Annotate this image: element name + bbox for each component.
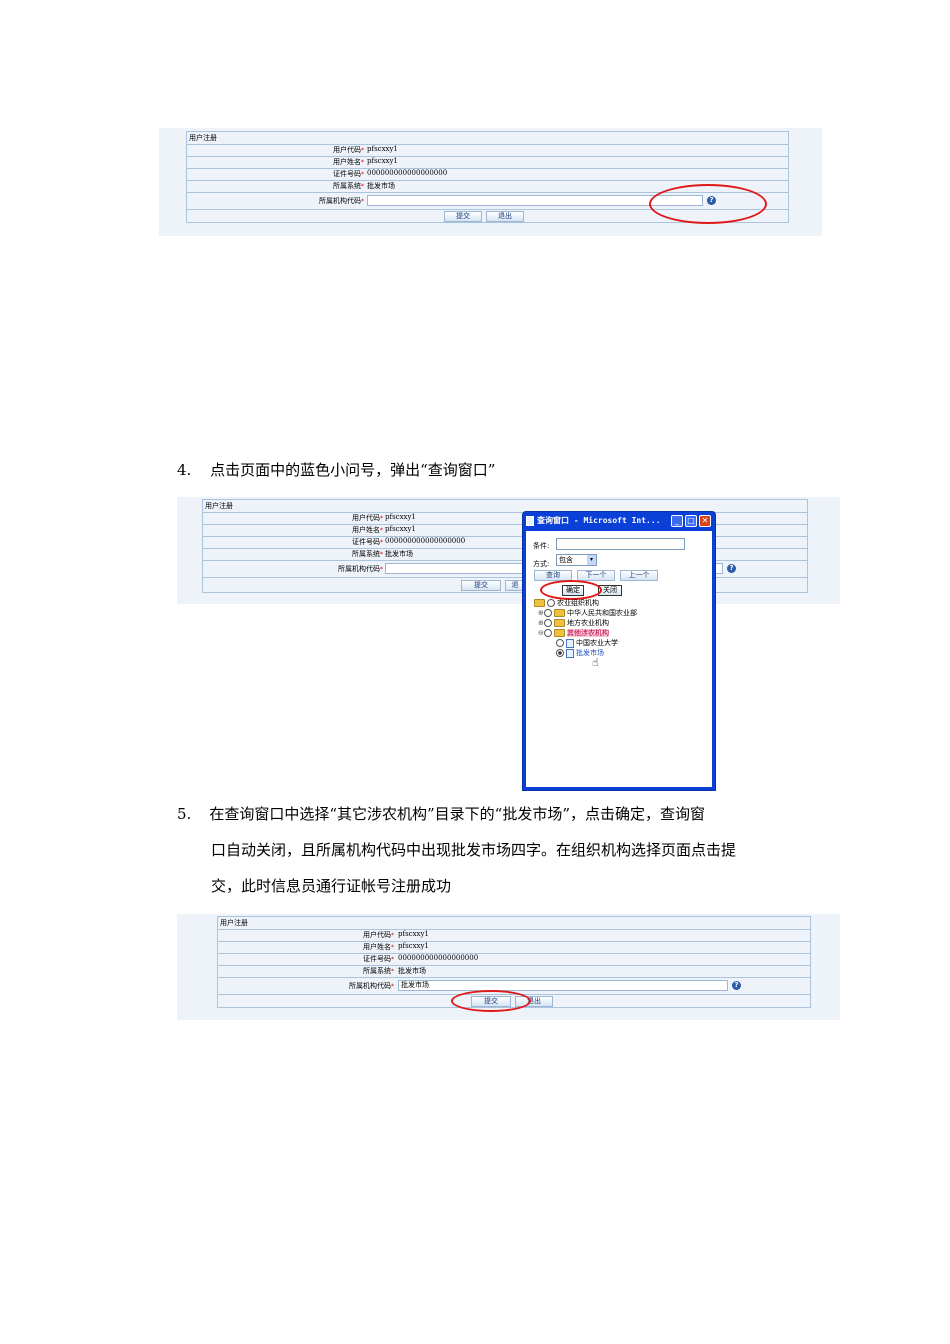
query-window: 查询窗口 - Microsoft Int... _ □ ✕ 条件: 方式: 包含… xyxy=(522,511,716,791)
exit-button[interactable]: 退出 xyxy=(486,211,524,222)
label-user-code: 用户代码 xyxy=(333,146,361,154)
folder-open-icon xyxy=(554,629,565,637)
registration-form-2: 用户注册 用户代码* pfscxxy1 用户姓名* pfscxxy1 证件号码*… xyxy=(202,499,808,593)
value-id-number: 000000000000000000 xyxy=(398,954,479,962)
value-user-code: pfscxxy1 xyxy=(385,513,416,521)
radio-icon xyxy=(544,609,552,617)
label-org-code: 所属机构代码 xyxy=(349,982,391,990)
label-system: 所属系统 xyxy=(352,550,380,558)
form-title: 用户注册 xyxy=(205,502,233,510)
label-system: 所属系统 xyxy=(333,182,361,190)
org-tree: 农业组织机构 ⊕ 中华人民共和国农业部 ⊕ 地方农业机构 ⊖ 其他涉农机构 中国农业大… xyxy=(534,598,637,668)
value-user-code: pfscxxy1 xyxy=(398,930,429,938)
form-title: 用户注册 xyxy=(189,134,217,142)
label-id-number: 证件号码 xyxy=(333,170,361,178)
label-id-number: 证件号码 xyxy=(352,538,380,546)
minimize-icon[interactable]: _ xyxy=(671,515,683,527)
tree-node-local[interactable]: ⊕ 地方农业机构 xyxy=(534,618,637,628)
label-user-code: 用户代码 xyxy=(352,514,380,522)
method-select[interactable]: 包含 ▾ xyxy=(556,554,597,566)
value-id-number: 000000000000000000 xyxy=(385,537,466,545)
step-text-line-1: 在查询窗口中选择“其它涉农机构”目录下的“批发市场”，点击确定，查询窗 xyxy=(209,805,705,823)
chevron-down-icon: ▾ xyxy=(587,555,596,565)
method-label: 方式: xyxy=(533,560,550,568)
tree-node-other[interactable]: ⊖ 其他涉农机构 xyxy=(534,628,637,638)
folder-icon xyxy=(554,619,565,627)
window-body: 条件: 方式: 包含 ▾ 查询 下一个 上一个 确定 关闭 农业组织机构 ⊕ 中华… xyxy=(526,531,712,787)
highlight-ring xyxy=(540,580,602,600)
window-app-icon xyxy=(526,516,534,526)
close-icon[interactable]: ✕ xyxy=(699,515,711,527)
step-5-paragraph: 5. 在查询窗口中选择“其它涉农机构”目录下的“批发市场”，点击确定，查询窗 口自… xyxy=(177,796,817,904)
radio-icon xyxy=(556,639,564,647)
highlight-ring xyxy=(451,990,531,1012)
screenshot-3: 用户注册 用户代码* pfscxxy1 用户姓名* pfscxxy1 证件号码*… xyxy=(177,914,840,1020)
document-icon xyxy=(566,648,574,658)
value-user-code: pfscxxy1 xyxy=(367,145,398,153)
value-system: 批发市场 xyxy=(367,182,395,190)
label-system: 所属系统 xyxy=(363,967,391,975)
tree-node-root[interactable]: 农业组织机构 xyxy=(534,598,637,608)
step-number: 4. xyxy=(177,461,192,479)
value-user-name: pfscxxy1 xyxy=(398,942,429,950)
document-icon xyxy=(566,638,574,648)
label-user-code: 用户代码 xyxy=(363,931,391,939)
value-user-name: pfscxxy1 xyxy=(367,157,398,165)
condition-label: 条件: xyxy=(533,542,550,550)
step-number: 5. xyxy=(177,805,192,823)
label-user-name: 用户姓名 xyxy=(363,943,391,951)
tree-node-wholesale[interactable]: 批发市场 xyxy=(534,648,637,658)
radio-selected-icon xyxy=(556,649,564,657)
folder-open-icon xyxy=(534,599,545,607)
screenshot-1: 用户注册 用户代码* pfscxxy1 用户姓名* pfscxxy1 证件号码*… xyxy=(159,128,822,236)
value-user-name: pfscxxy1 xyxy=(385,525,416,533)
prev-button[interactable]: 上一个 xyxy=(620,570,658,581)
value-system: 批发市场 xyxy=(385,550,413,558)
next-button[interactable]: 下一个 xyxy=(577,570,615,581)
folder-icon xyxy=(554,609,565,617)
value-id-number: 000000000000000000 xyxy=(367,169,448,177)
submit-button[interactable]: 提交 xyxy=(444,211,482,222)
label-org-code: 所属机构代码 xyxy=(319,197,361,205)
tree-node-university[interactable]: 中国农业大学 xyxy=(534,638,637,648)
org-code-input[interactable]: 批发市场 xyxy=(398,980,728,991)
step-text: 点击页面中的蓝色小问号，弹出“查询窗口” xyxy=(210,461,496,479)
help-question-icon[interactable]: ? xyxy=(727,564,736,573)
maximize-icon[interactable]: □ xyxy=(685,515,697,527)
radio-icon xyxy=(544,629,552,637)
highlight-ring xyxy=(649,184,767,224)
form-title: 用户注册 xyxy=(220,919,248,927)
hand-cursor-icon: ☝ xyxy=(592,656,599,669)
label-org-code: 所属机构代码 xyxy=(338,565,380,573)
tree-node-ministry[interactable]: ⊕ 中华人民共和国农业部 xyxy=(534,608,637,618)
value-system: 批发市场 xyxy=(398,967,426,975)
label-user-name: 用户姓名 xyxy=(333,158,361,166)
step-text-line-2: 口自动关闭，且所属机构代码中出现批发市场四字。在组织机构选择页面点击提 xyxy=(211,841,737,859)
radio-icon xyxy=(544,619,552,627)
label-id-number: 证件号码 xyxy=(363,955,391,963)
step-4-paragraph: 4. 点击页面中的蓝色小问号，弹出“查询窗口” xyxy=(177,452,495,488)
window-title: 查询窗口 - Microsoft Int... xyxy=(537,516,661,525)
step-text-line-3: 交，此时信息员通行证帐号注册成功 xyxy=(211,877,452,895)
radio-icon xyxy=(547,599,555,607)
condition-input[interactable] xyxy=(556,538,685,550)
help-question-icon[interactable]: ? xyxy=(732,981,741,990)
screenshot-2: 用户注册 用户代码* pfscxxy1 用户姓名* pfscxxy1 证件号码*… xyxy=(177,497,840,604)
label-user-name: 用户姓名 xyxy=(352,526,380,534)
submit-button[interactable]: 提交 xyxy=(461,580,501,591)
